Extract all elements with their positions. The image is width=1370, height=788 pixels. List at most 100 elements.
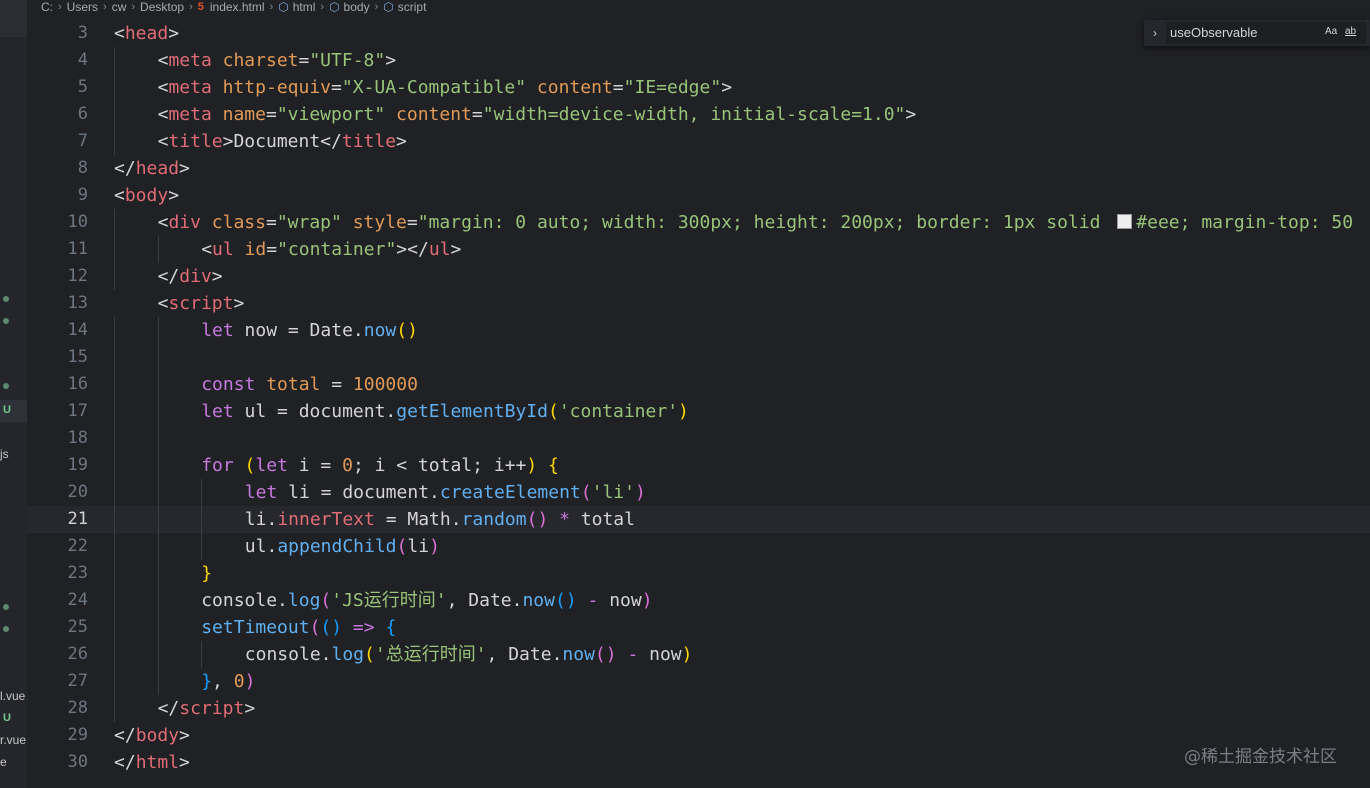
code-line[interactable]: 4 <meta charset="UTF-8"> [27, 47, 1370, 74]
code-line[interactable]: 16 const total = 100000 [27, 371, 1370, 398]
indent-guide [157, 398, 159, 425]
code-line[interactable]: 21 li.innerText = Math.random() * total [27, 506, 1370, 533]
match-case-button[interactable]: Aa [1325, 26, 1337, 38]
code-token: ) [244, 671, 256, 692]
sidebar-item-e[interactable]: e [0, 752, 27, 772]
indent-guide [114, 128, 115, 155]
breadcrumb-user[interactable]: cw [112, 0, 127, 14]
code-token: > [179, 158, 190, 179]
code-token: 'JS运行时间' [331, 590, 447, 611]
breadcrumb-script[interactable]: ⬡ script [383, 0, 426, 14]
code-line[interactable]: 13 <script> [27, 290, 1370, 317]
code-token: li. [244, 509, 278, 530]
code-line[interactable]: 14 let now = Date.now() [27, 317, 1370, 344]
breadcrumb-html[interactable]: ⬡ html [278, 0, 315, 14]
code-text: </head> [114, 155, 190, 182]
code-line[interactable]: 7 <title>Document</title> [27, 128, 1370, 155]
code-token: > [179, 752, 190, 773]
breadcrumb-drive[interactable]: C: [41, 0, 53, 14]
code-token: let [244, 482, 278, 503]
code-text: </html> [114, 749, 190, 776]
code-token: html [135, 752, 180, 773]
sidebar-item-js[interactable]: js [0, 444, 27, 464]
line-number: 19 [67, 455, 88, 475]
code-token: </ [114, 725, 136, 746]
code-line[interactable]: 24 console.log('JS运行时间', Date.now() - now… [27, 587, 1370, 614]
code-editor[interactable]: 3 <head> 4 <meta charset="UTF-8"> 5 <meta htt… [27, 20, 1370, 788]
code-token: head [135, 158, 180, 179]
code-token: ( [244, 455, 256, 476]
code-token: ul [212, 239, 234, 260]
code-token: ( [320, 617, 332, 638]
breadcrumb-file[interactable]: 5 index.html [198, 0, 265, 14]
code-line[interactable]: 19 for (let i = 0; i < total; i++) { [27, 452, 1370, 479]
code-line[interactable]: 18 [27, 425, 1370, 452]
code-token: meta [168, 77, 212, 98]
whole-word-button[interactable]: ab [1345, 26, 1356, 38]
code-token: div [179, 266, 212, 287]
code-line[interactable]: 26 console.log('总运行时间', Date.now() - now) [27, 641, 1370, 668]
code-line[interactable]: 20 let li = document.createElement('li') [27, 479, 1370, 506]
code-line[interactable]: 12 </div> [27, 263, 1370, 290]
code-token: > [168, 185, 180, 206]
code-token: = Math. [374, 509, 462, 530]
code-token: content [385, 104, 472, 125]
code-token: div [168, 212, 201, 233]
code-token: - [616, 644, 650, 665]
indent-guide [201, 479, 203, 506]
code-token: meta [168, 104, 212, 125]
code-token: => [342, 617, 386, 638]
code-token: ul [428, 239, 451, 260]
code-line[interactable]: 25 setTimeout(() => { [27, 614, 1370, 641]
code-line[interactable]: 29 </body> [27, 722, 1370, 749]
sidebar-item-vue-2[interactable]: r.vue [0, 730, 27, 750]
indent-guide [114, 398, 115, 425]
code-line[interactable]: 27}, 0) [27, 668, 1370, 695]
code-text: <meta http-equiv="X-UA-Compatible" conte… [158, 74, 732, 101]
code-token: = [265, 104, 277, 125]
indent-guide [157, 587, 159, 614]
chevron-right-icon: › [58, 1, 62, 13]
code-line[interactable]: 11 <ul id="container"></ul> [27, 236, 1370, 263]
code-token: < [114, 23, 125, 44]
code-line[interactable]: 8 </head> [27, 155, 1370, 182]
code-token: </ [114, 752, 136, 773]
code-token: < [201, 239, 213, 260]
code-text: </body> [114, 722, 190, 749]
breadcrumb-body[interactable]: ⬡ body [329, 0, 370, 14]
code-token: > [450, 239, 462, 260]
code-token: "width=device-width, initial-scale=1.0" [482, 104, 906, 125]
breadcrumb-users[interactable]: Users [67, 0, 98, 14]
color-swatch[interactable] [1117, 214, 1133, 229]
code-line[interactable]: 9 <body> [27, 182, 1370, 209]
line-number: 17 [67, 401, 88, 421]
indent-guide [114, 479, 115, 506]
code-token: console. [244, 644, 332, 665]
code-line[interactable]: 23} [27, 560, 1370, 587]
breadcrumb-desktop[interactable]: Desktop [140, 0, 184, 14]
code-token: > [385, 50, 397, 71]
code-token: < [157, 212, 169, 233]
code-token: ) [634, 482, 646, 503]
code-line[interactable]: 10 <div class="wrap" style="margin: 0 aut… [27, 209, 1370, 236]
sidebar-item-vue-1[interactable]: l.vue [0, 686, 27, 706]
code-token: < [157, 77, 169, 98]
breadcrumb-file-label: index.html [209, 0, 265, 14]
indent-guide [114, 371, 115, 398]
line-number: 18 [67, 428, 88, 448]
code-line[interactable]: 17 let ul = document.getElementById('cont… [27, 398, 1370, 425]
code-line[interactable]: 28 </script> [27, 695, 1370, 722]
code-token: name [211, 104, 266, 125]
code-token: = [320, 374, 353, 395]
code-line[interactable]: 6 <meta name="viewport" content="width=de… [27, 101, 1370, 128]
code-line[interactable]: 5 <meta http-equiv="X-UA-Compatible" cont… [27, 74, 1370, 101]
code-line[interactable]: 22 ul.appendChild(li) [27, 533, 1370, 560]
line-number: 4 [77, 50, 88, 70]
toggle-replace-chevron-icon[interactable]: › [1153, 25, 1157, 41]
code-line[interactable]: 15 [27, 344, 1370, 371]
code-text: for (let i = 0; i < total; i++) { [201, 452, 559, 479]
code-token: ) [407, 320, 418, 341]
code-line[interactable]: 30 </html> [27, 749, 1370, 776]
code-token: setTimeout [201, 617, 310, 638]
